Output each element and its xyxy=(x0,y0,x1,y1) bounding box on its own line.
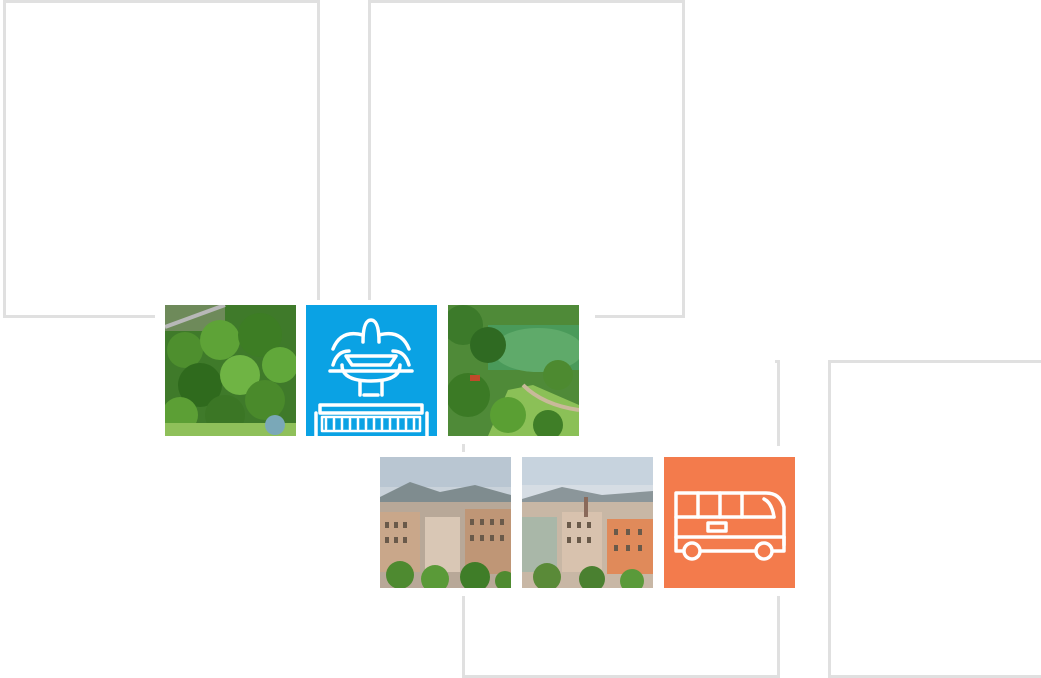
connector-tick xyxy=(777,596,780,606)
connector-tick xyxy=(317,290,320,300)
bus-icon xyxy=(674,491,786,561)
park-aerial-photo xyxy=(165,305,296,436)
city-skyline-photo xyxy=(380,457,511,588)
frame-gap xyxy=(595,356,775,446)
connector-tick xyxy=(368,290,371,300)
bus-tile xyxy=(664,457,795,588)
frame-top-left xyxy=(3,0,320,318)
fountain-icon xyxy=(314,318,429,436)
fountain-tile xyxy=(306,305,437,436)
connector-tick xyxy=(462,444,465,452)
frame-far-right xyxy=(828,360,1041,678)
frame-top-center xyxy=(368,0,685,318)
city-buildings-photo xyxy=(522,457,653,588)
connector-tick xyxy=(462,596,465,606)
lake-park-photo xyxy=(448,305,579,436)
